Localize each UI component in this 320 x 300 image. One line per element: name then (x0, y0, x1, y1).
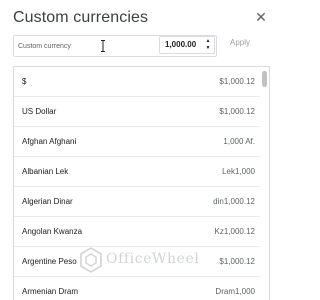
currency-name: Algerian Dinar (22, 197, 73, 206)
currency-format: $1,000.12 (219, 257, 255, 266)
currency-format: Kz1,000.12 (214, 227, 255, 236)
currency-format: din1,000.12 (213, 197, 255, 206)
list-item[interactable]: Algerian Dinar din1,000.12 (14, 187, 260, 217)
list-item[interactable]: Albanian Lek Lek1,000 (14, 157, 260, 187)
list-item[interactable]: Argentine Peso $1,000.12 (14, 247, 260, 277)
dialog-title: Custom currencies (13, 9, 149, 26)
currency-name: Armenian Dram (22, 287, 79, 296)
list-scrollbar[interactable] (262, 69, 268, 299)
currency-list: $ $1,000.12 US Dollar $1,000.12 Afghan A… (13, 66, 270, 300)
list-item[interactable]: Armenian Dram Dram1,000 (14, 277, 260, 300)
currency-name: Afghan Afghani (22, 137, 77, 146)
currency-format: Lek1,000 (222, 167, 255, 176)
custom-currencies-dialog: Custom currencies ✕ 1,000.00 ▲▼ Apply $ … (0, 0, 282, 300)
currency-format: $1,000.12 (219, 107, 255, 116)
currency-name: Albanian Lek (22, 167, 69, 176)
currency-format: Dram1,000 (215, 287, 255, 296)
amount-stepper[interactable]: 1,000.00 ▲ ▼ (159, 36, 215, 54)
stepper-arrows-icon[interactable]: ▲ ▼ (204, 38, 212, 52)
currency-name: $ (22, 77, 27, 86)
currency-name: US Dollar (22, 107, 57, 116)
apply-button[interactable]: Apply (230, 38, 250, 47)
close-icon[interactable]: ✕ (253, 9, 269, 25)
currency-name: Angolan Kwanza (22, 227, 83, 236)
list-item[interactable]: Afghan Afghani 1,000 Af. (14, 127, 260, 157)
currency-format: 1,000 Af. (223, 137, 255, 146)
list-item[interactable]: $ $1,000.12 (14, 67, 260, 97)
scrollbar-thumb[interactable] (262, 71, 267, 87)
list-item[interactable]: Angolan Kwanza Kz1,000.12 (14, 217, 260, 247)
amount-value: 1,000.00 (165, 40, 197, 49)
text-cursor-icon (101, 40, 105, 52)
currency-format: $1,000.12 (219, 77, 255, 86)
currency-name: Argentine Peso (22, 257, 77, 266)
list-item[interactable]: US Dollar $1,000.12 (14, 97, 260, 127)
